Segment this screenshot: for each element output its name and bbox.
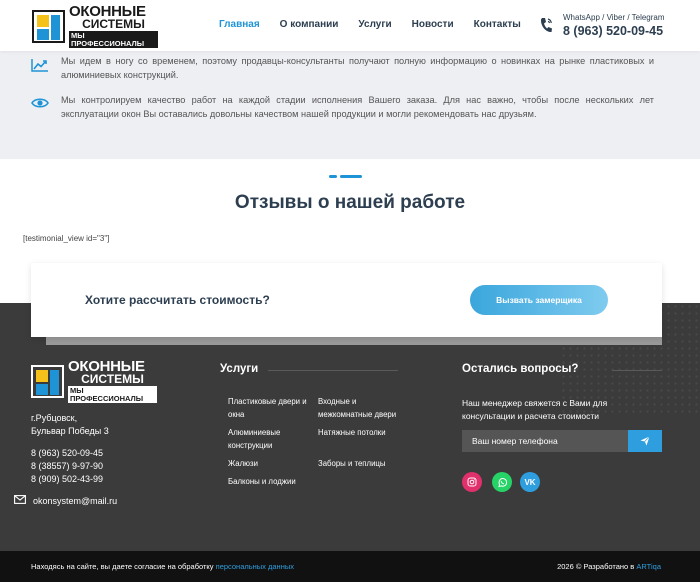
send-button[interactable] xyxy=(628,430,662,452)
bottom-bar: Находясь на сайте, вы даете согласие на … xyxy=(0,551,700,582)
service-link-balconies[interactable]: Балконы и лоджии xyxy=(228,475,318,488)
logo-tagline: МЫ ПРОФЕССИОНАЛЫ xyxy=(69,31,158,48)
copyright-text: 2026 © Разработано в xyxy=(557,562,635,571)
trend-chart-icon xyxy=(31,59,48,72)
footer-phone-1[interactable]: 8 (963) 520-09-45 xyxy=(31,447,103,460)
site-header: ОКОННЫЕ СИСТЕМЫ МЫ ПРОФЕССИОНАЛЫ Главная… xyxy=(0,0,700,51)
address-city: г.Рубцовск, xyxy=(31,413,78,423)
messengers-label: WhatsApp / Viber / Telegram xyxy=(563,13,665,22)
footer-phone-3[interactable]: 8 (909) 502-43-99 xyxy=(31,473,103,486)
logo-text: ОКОННЫЕ СИСТЕМЫ МЫ ПРОФЕССИОНАЛЫ xyxy=(69,4,158,48)
whatsapp-icon xyxy=(497,477,507,487)
send-icon xyxy=(640,436,650,446)
vk-button[interactable]: VK xyxy=(520,472,540,492)
cta-text: Хотите рассчитать стоимость? xyxy=(85,293,270,307)
consent-text: Находясь на сайте, вы даете согласие на … xyxy=(31,562,214,571)
nav-item-home[interactable]: Главная xyxy=(219,19,260,30)
phone-input[interactable] xyxy=(462,430,628,452)
logo-window-icon xyxy=(32,9,65,43)
instagram-button[interactable] xyxy=(462,472,482,492)
nav-item-news[interactable]: Новости xyxy=(412,19,454,30)
reviews-title: Отзывы о нашей работе xyxy=(234,192,466,213)
cta-banner: Хотите рассчитать стоимость? Вызвать зам… xyxy=(31,263,662,337)
address-street: Бульвар Победы 3 xyxy=(31,426,109,436)
cta-shadow xyxy=(46,337,662,345)
nav-item-contacts[interactable]: Контакты xyxy=(474,19,521,30)
footer-phone-2[interactable]: 8 (38557) 9-97-90 xyxy=(31,460,103,473)
header-phone[interactable]: 8 (963) 520-09-45 xyxy=(563,24,663,38)
logo[interactable]: ОКОННЫЕ СИСТЕМЫ МЫ ПРОФЕССИОНАЛЫ xyxy=(32,4,158,48)
envelope-icon xyxy=(14,495,26,504)
vk-icon: VK xyxy=(524,477,536,487)
service-link-fences[interactable]: Заборы и теплицы xyxy=(318,457,408,470)
section-divider xyxy=(329,175,362,178)
logo-line-2: СИСТЕМЫ xyxy=(82,17,145,31)
consent-notice: Находясь на сайте, вы даете согласие на … xyxy=(31,562,294,571)
nav-item-services[interactable]: Услуги xyxy=(358,19,391,30)
phone-icon xyxy=(540,18,552,33)
service-link-doors[interactable]: Входные и межкомнатные двери xyxy=(318,395,408,421)
developer-link[interactable]: ARTiqa xyxy=(636,562,661,571)
footer-address: г.Рубцовск, Бульвар Победы 3 xyxy=(31,412,109,438)
service-link-aluminum[interactable]: Алюминиевые конструкции xyxy=(228,426,318,452)
footer-phones: 8 (963) 520-09-45 8 (38557) 9-97-90 8 (9… xyxy=(31,447,103,486)
service-link-ceilings[interactable]: Натяжные потолки xyxy=(318,426,408,439)
nav-item-about[interactable]: О компании xyxy=(280,19,339,30)
testimonial-shortcode: [testimonial_view id="3"] xyxy=(23,234,110,243)
footer-logo[interactable]: ОКОННЫЕ СИСТЕМЫ МЫ ПРОФЕССИОНАЛЫ xyxy=(31,359,157,403)
footer-logo-tagline: МЫ ПРОФЕССИОНАЛЫ xyxy=(68,386,157,403)
features-section: Мы идем в ногу со временем, поэтому прод… xyxy=(0,51,700,159)
footer-logo-text: ОКОННЫЕ СИСТЕМЫ МЫ ПРОФЕССИОНАЛЫ xyxy=(68,359,157,403)
questions-title: Остались вопросы? xyxy=(462,363,579,375)
service-link-blinds[interactable]: Жалюзи xyxy=(228,457,318,470)
footer-email[interactable]: okonsystem@mail.ru xyxy=(33,496,117,506)
eye-icon xyxy=(31,98,49,108)
copyright: 2026 © Разработано в ARTiqa xyxy=(557,562,661,571)
privacy-link[interactable]: персональных данных xyxy=(216,562,294,571)
whatsapp-button[interactable] xyxy=(492,472,512,492)
questions-text: Наш менеджер свяжется с Вами для консуль… xyxy=(462,398,608,421)
services-title: Услуги xyxy=(220,363,259,375)
footer-logo-line-2: СИСТЕМЫ xyxy=(81,372,144,386)
main-nav: Главная О компании Услуги Новости Контак… xyxy=(219,19,521,30)
instagram-icon xyxy=(467,477,477,487)
footer-logo-window-icon xyxy=(31,364,64,398)
feature-text-1: Мы идем в ногу со временем, поэтому прод… xyxy=(61,56,654,80)
call-measurer-button[interactable]: Вызвать замерщика xyxy=(470,285,608,315)
questions-title-line xyxy=(612,370,662,371)
feature-text-2: Мы контролируем качество работ на каждой… xyxy=(61,95,654,119)
services-title-line xyxy=(268,370,398,371)
service-link-plastic[interactable]: Пластиковые двери и окна xyxy=(228,395,318,421)
